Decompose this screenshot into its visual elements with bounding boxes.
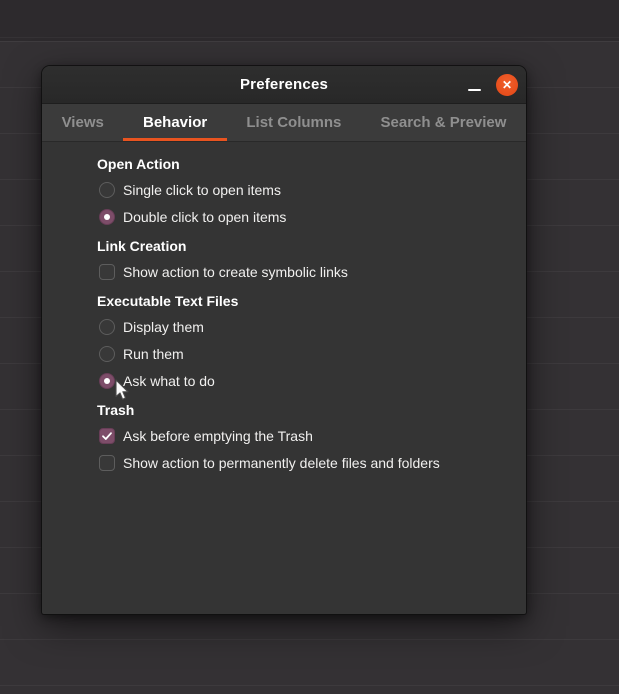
section-open-action: Open Action Single click to open items D… [97,154,506,230]
minimize-button[interactable] [463,74,485,96]
checkbox-checked-icon[interactable] [99,427,115,444]
radio-checked-icon[interactable] [99,372,115,389]
section-executable-text-files: Executable Text Files Display them Run t… [97,291,506,394]
checkbox-unchecked-icon[interactable] [99,263,115,280]
radio-option-single-click[interactable]: Single click to open items [99,176,506,203]
close-button[interactable]: ✕ [496,73,518,96]
section-trash: Trash Ask before emptying the Trash Show… [97,400,506,476]
section-heading: Trash [97,402,135,418]
window-controls: ✕ [463,66,520,103]
window-title: Preferences [239,76,329,93]
checkbox-option-ask-before-emptying[interactable]: Ask before emptying the Trash [99,422,506,449]
section-heading: Open Action [97,156,180,172]
checkbox-unchecked-icon[interactable] [99,454,115,471]
desktop-background: Preferences ✕ Views Behavior List Column… [0,0,619,694]
tab-bar: Views Behavior List Columns Search & Pre… [42,104,526,142]
radio-option-run-them[interactable]: Run them [99,340,506,367]
radio-option-display-them[interactable]: Display them [99,313,506,340]
radio-checked-icon[interactable] [99,208,115,225]
checkbox-option-permanently-delete[interactable]: Show action to permanently delete files … [99,449,506,476]
section-link-creation: Link Creation Show action to create symb… [97,236,506,285]
radio-unchecked-icon[interactable] [99,345,115,362]
radio-option-double-click[interactable]: Double click to open items [99,203,506,230]
tab-search-preview[interactable]: Search & Preview [361,104,526,141]
radio-unchecked-icon[interactable] [99,318,115,335]
window-minimize-icon [467,88,481,91]
checkbox-option-symbolic-links[interactable]: Show action to create symbolic links [99,258,506,285]
tab-views[interactable]: Views [42,104,123,141]
tab-list-columns[interactable]: List Columns [227,104,361,141]
check-icon [102,431,112,440]
preferences-content: Open Action Single click to open items D… [42,142,526,476]
preferences-dialog: Preferences ✕ Views Behavior List Column… [42,66,526,614]
radio-unchecked-icon[interactable] [99,181,115,198]
section-heading: Executable Text Files [97,293,239,309]
titlebar[interactable]: Preferences ✕ [42,66,526,104]
window-close-icon: ✕ [501,77,513,92]
section-heading: Link Creation [97,238,187,254]
tab-behavior[interactable]: Behavior [123,104,228,141]
radio-option-ask-what-to-do[interactable]: Ask what to do [99,367,506,394]
